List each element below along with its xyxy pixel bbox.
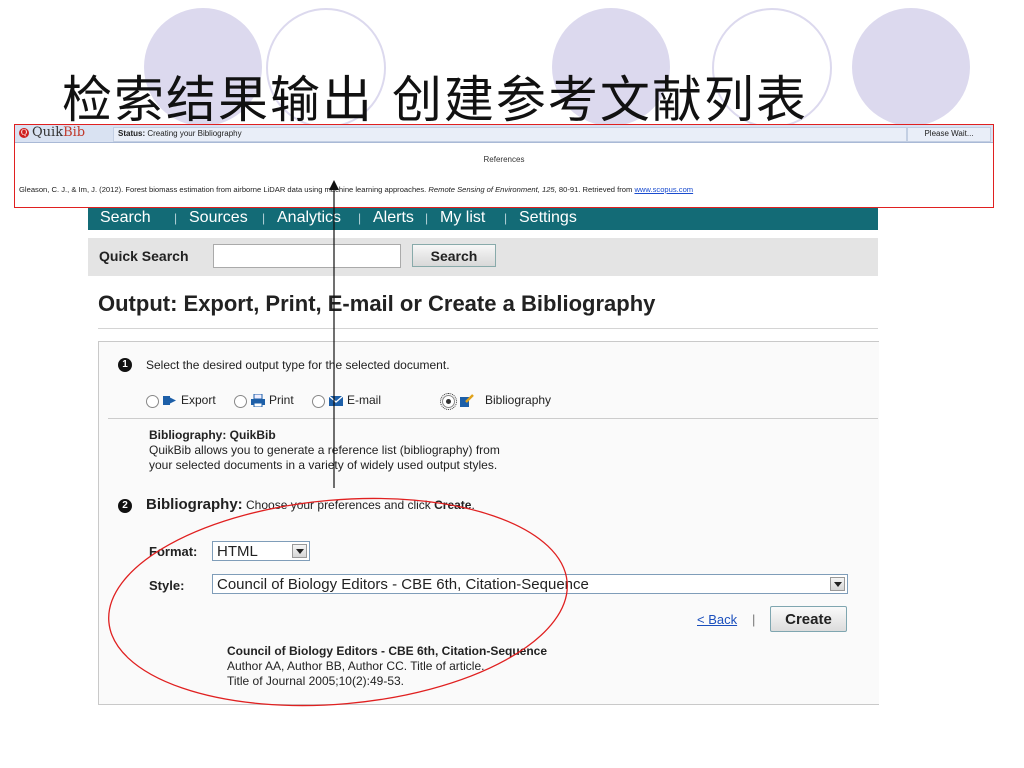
quick-search-input[interactable]	[213, 244, 401, 268]
envelope-icon	[329, 395, 343, 406]
nav-alerts[interactable]: Alerts	[373, 207, 414, 229]
format-select[interactable]: HTML	[212, 541, 310, 561]
quikbib-logo: Q QuikBib	[19, 125, 86, 140]
bibliography-label: Bibliography	[485, 393, 552, 407]
quikbib-status: Status: Creating your Bibliography	[113, 127, 907, 142]
chevron-down-icon	[830, 577, 845, 591]
style-label: Style:	[149, 578, 185, 593]
quikbib-header: Q QuikBib Status: Creating your Bibliogra…	[15, 125, 993, 143]
nav-sources[interactable]: Sources	[189, 207, 248, 229]
panel-divider	[108, 418, 878, 419]
nav-separator: |	[174, 211, 178, 225]
nav-my-list[interactable]: My list	[440, 207, 485, 229]
style-select[interactable]: Council of Biology Editors - CBE 6th, Ci…	[212, 574, 848, 594]
scopus-link[interactable]: www.scopus.com	[634, 185, 693, 194]
chevron-down-icon	[292, 544, 307, 558]
quikbib-window: Q QuikBib Status: Creating your Bibliogra…	[14, 124, 994, 208]
quick-search-bar: Quick Search Search	[88, 238, 878, 276]
print-label: Print	[269, 393, 294, 407]
main-nav: Search | Sources | Analytics | Alerts | …	[88, 206, 878, 230]
back-link[interactable]: < Back	[697, 612, 737, 627]
quikbib-wait-indicator: Please Wait...	[907, 127, 991, 142]
bibliography-info-title: Bibliography: QuikBib	[149, 428, 276, 442]
radio-email[interactable]	[312, 395, 325, 408]
nav-search[interactable]: Search	[100, 207, 151, 229]
nav-settings[interactable]: Settings	[519, 207, 577, 229]
step-2-instruction: Bibliography: Choose your preferences an…	[146, 496, 475, 513]
radio-bibliography[interactable]	[440, 393, 457, 410]
nav-separator: |	[262, 211, 266, 225]
step-1-instruction: Select the desired output type for the s…	[146, 358, 450, 372]
radio-export[interactable]	[146, 395, 159, 408]
page-title: Output: Export, Print, E-mail or Create …	[98, 291, 656, 316]
quikbib-logo-icon: Q	[19, 128, 29, 138]
bibliography-info-text: QuikBib allows you to generate a referen…	[149, 443, 500, 472]
export-label: Export	[181, 393, 216, 407]
quick-search-label: Quick Search	[99, 248, 189, 264]
email-label: E-mail	[347, 393, 382, 407]
nav-separator: |	[425, 211, 429, 225]
decor-circle	[852, 8, 970, 126]
printer-icon	[251, 394, 265, 407]
search-button[interactable]: Search	[412, 244, 496, 267]
nav-separator: |	[358, 211, 362, 225]
bibliography-icon	[460, 394, 474, 407]
references-heading: References	[483, 155, 525, 164]
nav-analytics[interactable]: Analytics	[277, 207, 341, 229]
create-button[interactable]: Create	[770, 606, 847, 632]
radio-print[interactable]	[234, 395, 247, 408]
nav-separator: |	[504, 211, 508, 225]
action-separator: |	[752, 612, 756, 627]
export-icon	[163, 396, 176, 405]
title-divider	[98, 328, 878, 329]
step-1-badge: 1	[118, 358, 132, 372]
reference-entry: Gleason, C. J., & Im, J. (2012). Forest …	[19, 185, 694, 194]
slide-title: 检索结果输出 创建参考文献列表	[62, 71, 808, 129]
step-2-badge: 2	[118, 499, 132, 513]
format-label: Format:	[149, 544, 198, 559]
style-preview: Council of Biology Editors - CBE 6th, Ci…	[227, 644, 548, 688]
